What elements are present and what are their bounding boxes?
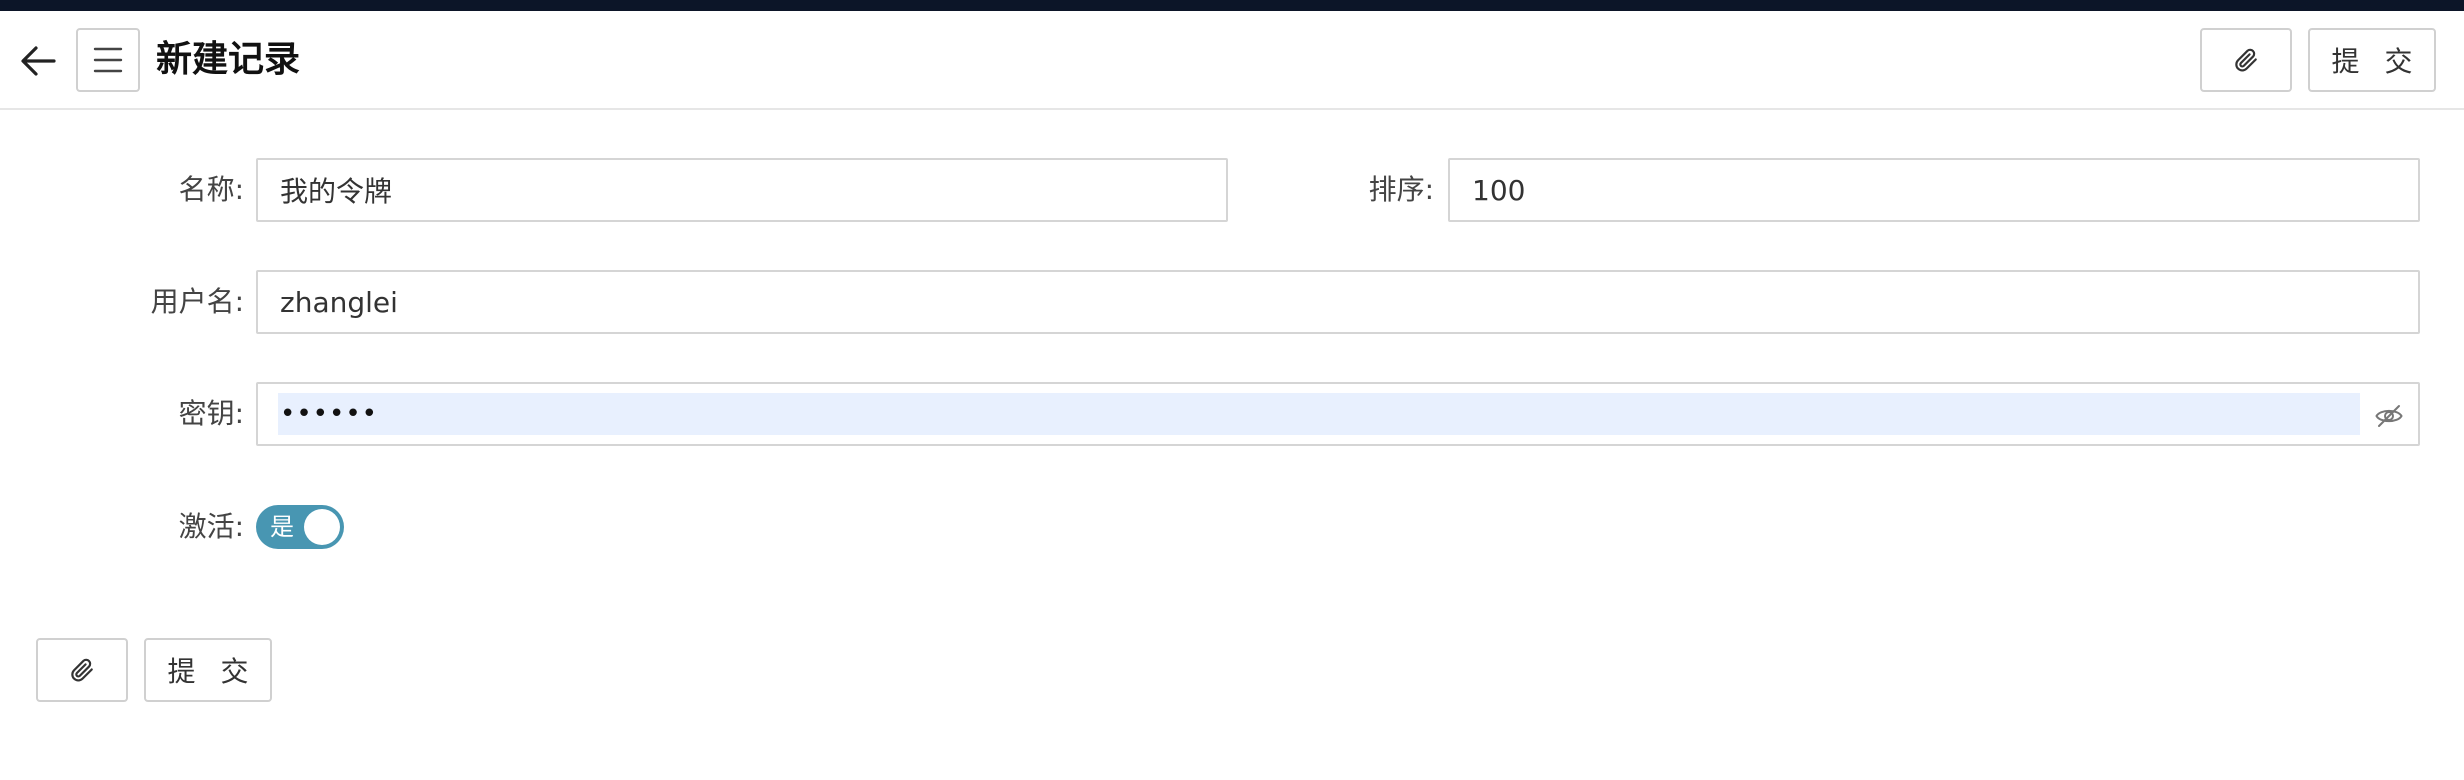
footer-submit-button[interactable]: 提 交 bbox=[144, 638, 272, 702]
secret-input[interactable]: •••••• bbox=[256, 382, 2420, 446]
name-input[interactable]: 我的令牌 bbox=[256, 158, 1228, 222]
submit-button[interactable]: 提 交 bbox=[2308, 28, 2436, 92]
paperclip-icon bbox=[2235, 48, 2257, 72]
secret-masked-value: •••••• bbox=[278, 393, 2360, 435]
secret-label: 密钥: bbox=[178, 397, 244, 430]
attachment-button[interactable] bbox=[2200, 28, 2292, 92]
footer-attachment-button[interactable] bbox=[36, 638, 128, 702]
top-accent-bar bbox=[0, 0, 2464, 11]
paperclip-icon bbox=[71, 658, 93, 682]
toggle-secret-visibility-button[interactable] bbox=[2374, 401, 2404, 431]
toggle-on-text: 是 bbox=[270, 513, 294, 541]
sort-input[interactable]: 100 bbox=[1448, 158, 2420, 222]
eye-off-icon bbox=[2375, 405, 2403, 427]
toggle-knob bbox=[304, 509, 340, 545]
page-title: 新建记录 bbox=[156, 39, 301, 80]
arrow-left-icon bbox=[21, 46, 56, 76]
sort-label: 排序: bbox=[1368, 173, 1434, 206]
username-input[interactable]: zhanglei bbox=[256, 270, 2420, 334]
active-toggle[interactable]: 是 bbox=[256, 505, 344, 549]
name-label: 名称: bbox=[178, 173, 244, 206]
back-button[interactable] bbox=[16, 41, 60, 81]
page-header: 新建记录 提 交 bbox=[0, 11, 2464, 110]
hamburger-menu-icon bbox=[93, 47, 123, 73]
active-label: 激活: bbox=[178, 510, 244, 543]
menu-button[interactable] bbox=[76, 28, 140, 92]
username-label: 用户名: bbox=[150, 285, 244, 318]
